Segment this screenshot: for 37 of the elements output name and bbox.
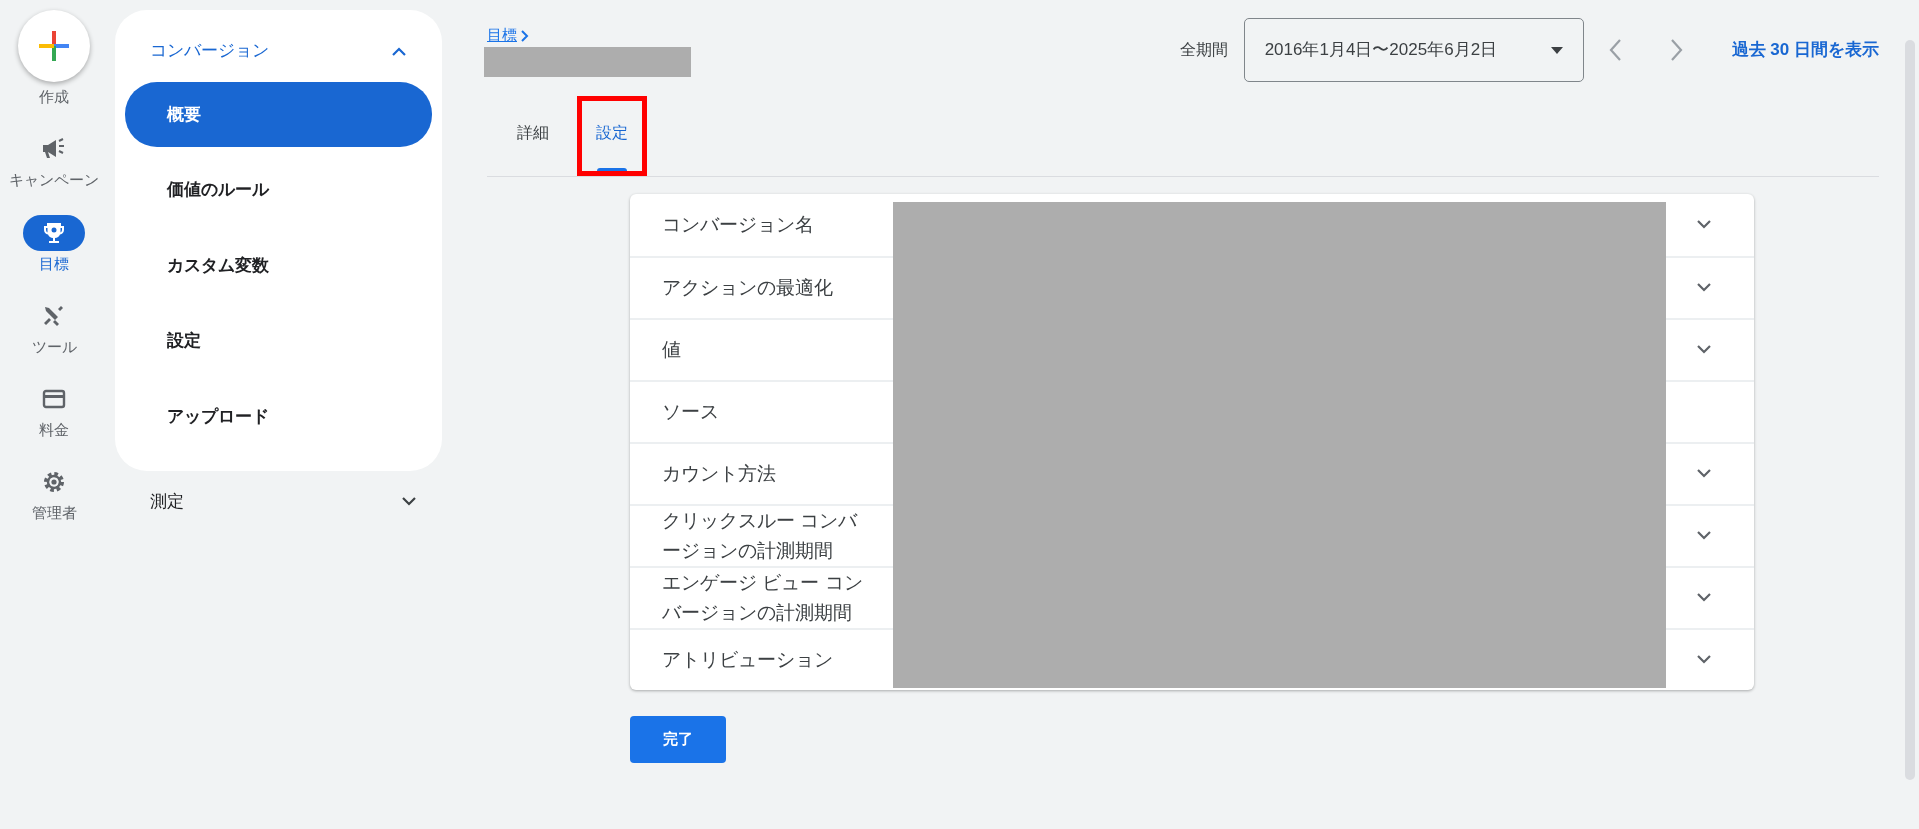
sidebar-item[interactable]: カスタム変数 (125, 232, 432, 298)
sidebar-item[interactable]: 価値のルール (125, 157, 432, 223)
date-range-dropdown[interactable]: 2016年1月4日〜2025年6月2日 (1243, 18, 1584, 82)
settings-icon (42, 470, 66, 495)
tab[interactable]: 設定 (577, 96, 647, 176)
megaphone-icon (41, 138, 67, 161)
sidebar-item[interactable]: アップロード (125, 383, 432, 449)
rail-nav-item[interactable]: キャンペーン (4, 131, 104, 189)
setting-label: クリックスルー コンバージョンの計測期間 (662, 509, 859, 563)
recent-period-link[interactable]: 過去 30 日間を表示 (1731, 37, 1879, 63)
rail-nav-item[interactable]: 料金 (4, 381, 104, 439)
setting-label: 値 (662, 338, 681, 362)
setting-label: ソース (662, 400, 719, 424)
rail-nav-item[interactable]: ツール (4, 297, 104, 355)
sidebar-item[interactable]: 設定 (125, 308, 432, 374)
setting-label: エンゲージ ビュー コンバージョンの計測期間 (662, 571, 864, 625)
setting-label: アクションの最適化 (662, 276, 833, 300)
trophy-icon (42, 220, 66, 245)
chevron-right-icon (521, 30, 530, 43)
rail-nav-item[interactable]: 管理者 (4, 464, 104, 522)
rail-nav-item[interactable]: 作成 (4, 10, 104, 106)
sidebar-item[interactable]: 概要 (125, 81, 432, 147)
date-range-label: 全期間 (1179, 40, 1228, 60)
create-button[interactable] (18, 10, 90, 82)
breadcrumb-link[interactable]: 目標 (487, 26, 517, 43)
plus-icon (37, 29, 71, 63)
done-button[interactable]: 完了 (630, 716, 726, 763)
tab[interactable]: 詳細 (503, 96, 563, 176)
setting-label: カウント方法 (662, 462, 776, 486)
setting-label: コンバージョン名 (662, 213, 814, 237)
tools-icon (42, 303, 66, 328)
rail-nav-item[interactable]: 目標 (4, 214, 104, 272)
section-header[interactable]: コンバージョン (125, 20, 432, 82)
dropdown-caret-icon (1550, 46, 1563, 54)
section-header[interactable]: 測定 (115, 471, 442, 533)
setting-label: アトリビューション (662, 648, 833, 672)
card-icon (42, 389, 66, 409)
